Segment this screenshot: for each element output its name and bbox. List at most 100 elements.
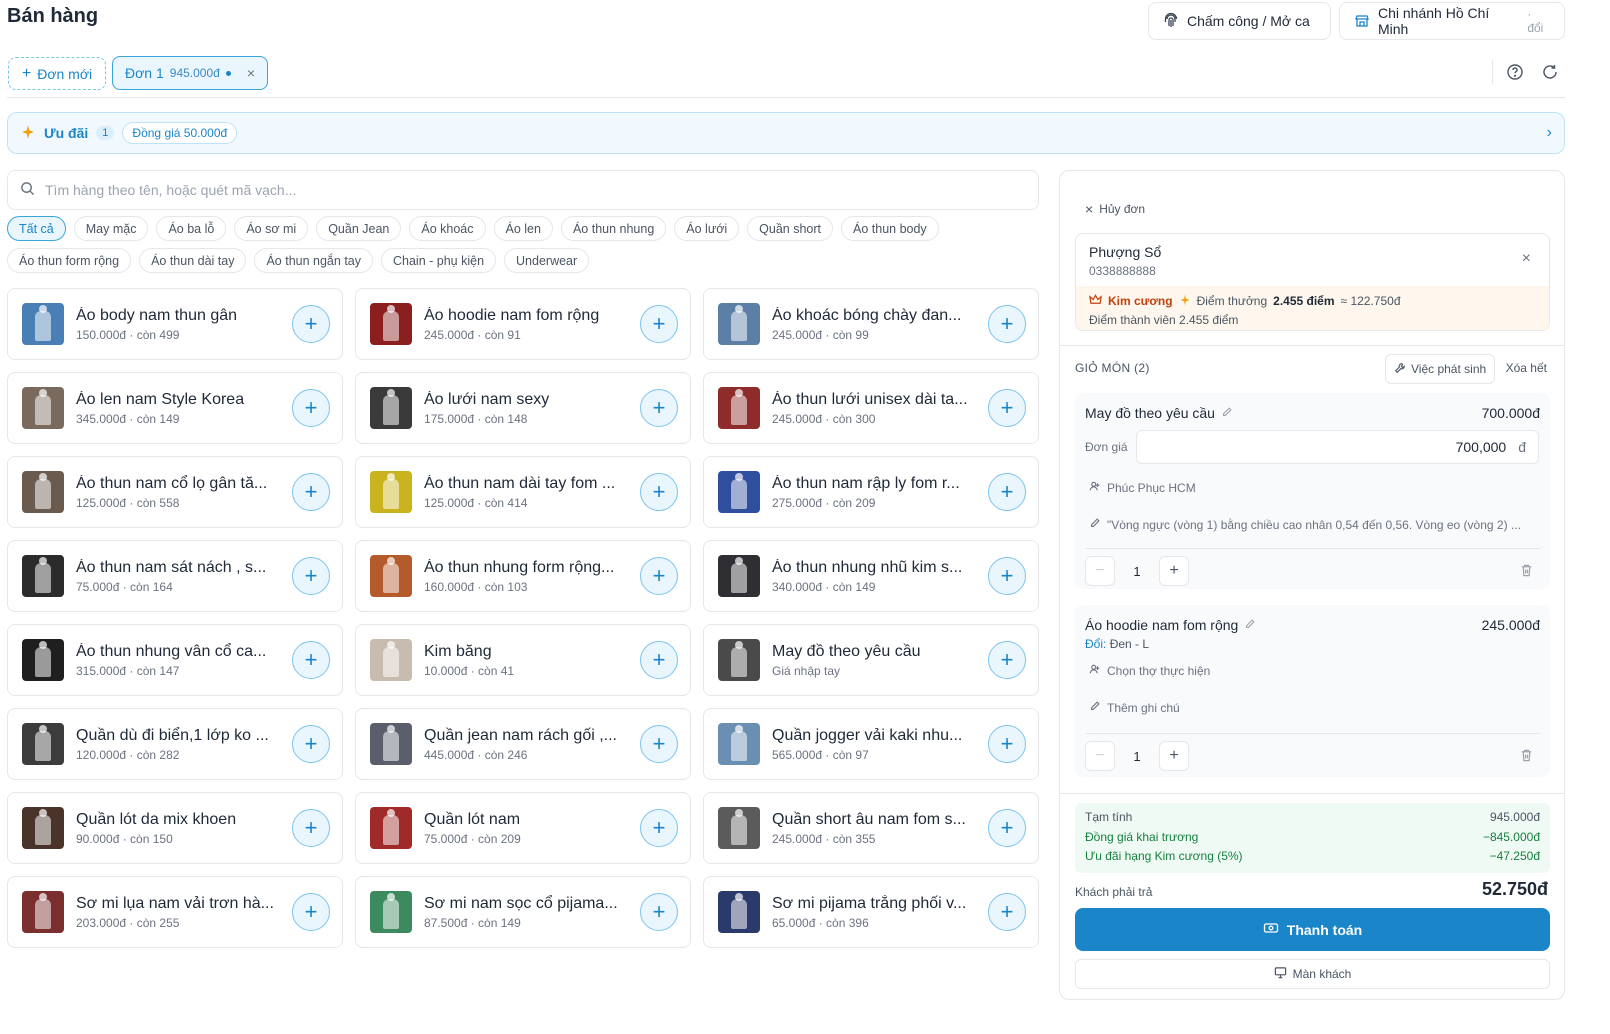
product-card[interactable]: Áo hoodie nam fom rộng 245.000đ · còn 91 + xyxy=(355,288,691,360)
category-chip[interactable]: Tất cả xyxy=(7,216,66,241)
category-chip[interactable]: Chain - phụ kiện xyxy=(381,248,497,273)
product-card[interactable]: Áo khoác bóng chày đan... 245.000đ · còn … xyxy=(703,288,1039,360)
new-order-button[interactable]: + Đơn mới xyxy=(8,57,106,90)
product-card[interactable]: Áo thun nam sát nách , s... 75.000đ · còn… xyxy=(7,540,343,612)
edit-icon[interactable] xyxy=(1244,617,1256,633)
add-to-cart-button[interactable]: + xyxy=(640,305,678,343)
item-variant[interactable]: Đổi: Đen - L xyxy=(1085,637,1149,651)
item-note[interactable]: "Vòng ngực (vòng 1) bằng chiều cao nhân … xyxy=(1089,517,1529,532)
product-card[interactable]: Áo thun nhung nhũ kim s... 340.000đ · còn… xyxy=(703,540,1039,612)
product-search[interactable] xyxy=(7,170,1039,210)
add-to-cart-button[interactable]: + xyxy=(640,389,678,427)
add-to-cart-button[interactable]: + xyxy=(640,473,678,511)
product-card[interactable]: Quần jean nam rách gối ,... 445.000đ · cò… xyxy=(355,708,691,780)
customer-card[interactable]: Phượng Sổ 0338888888 × Kim cương Điểm th… xyxy=(1075,233,1550,331)
add-to-cart-button[interactable]: + xyxy=(292,389,330,427)
product-card[interactable]: Quần lót da mix khoen 90.000đ · còn 150 + xyxy=(7,792,343,864)
add-to-cart-button[interactable]: + xyxy=(640,893,678,931)
trash-icon[interactable] xyxy=(1519,563,1534,581)
product-card[interactable]: Sơ mi nam sọc cổ pijama... 87.500đ · còn … xyxy=(355,876,691,948)
product-card[interactable]: Áo thun nam rập ly fom r... 275.000đ · cò… xyxy=(703,456,1039,528)
chevron-right-icon[interactable]: › xyxy=(1547,124,1552,142)
add-to-cart-button[interactable]: + xyxy=(988,893,1026,931)
add-to-cart-button[interactable]: + xyxy=(988,557,1026,595)
add-to-cart-button[interactable]: + xyxy=(988,305,1026,343)
product-card[interactable]: Quần jogger vải kaki nhu... 565.000đ · cò… xyxy=(703,708,1039,780)
branch-button[interactable]: Chi nhánh Hồ Chí Minh · đổi xyxy=(1339,2,1565,40)
decrease-button[interactable]: − xyxy=(1085,741,1115,771)
product-card[interactable]: Kim băng 10.000đ · còn 41 + xyxy=(355,624,691,696)
add-to-cart-button[interactable]: + xyxy=(640,641,678,679)
add-to-cart-button[interactable]: + xyxy=(988,809,1026,847)
add-to-cart-button[interactable]: + xyxy=(988,389,1026,427)
worker-selector[interactable]: Chọn thợ thực hiện xyxy=(1089,663,1529,678)
category-chip[interactable]: Áo len xyxy=(493,216,553,241)
add-to-cart-button[interactable]: + xyxy=(292,809,330,847)
trash-icon[interactable] xyxy=(1519,748,1534,766)
category-chip[interactable]: May mặc xyxy=(73,216,149,241)
add-to-cart-button[interactable]: + xyxy=(292,725,330,763)
remove-customer-icon[interactable]: × xyxy=(1522,250,1531,268)
category-chip[interactable]: Underwear xyxy=(504,248,590,273)
help-icon[interactable] xyxy=(1506,63,1524,81)
product-card[interactable]: Áo thun nhung form rộng... 160.000đ · còn… xyxy=(355,540,691,612)
add-to-cart-button[interactable]: + xyxy=(292,305,330,343)
category-chip[interactable]: Áo thun ngắn tay xyxy=(254,248,373,273)
promo-bar[interactable]: Ưu đãi 1 Đồng giá 50.000đ › xyxy=(7,112,1565,154)
product-card[interactable]: Áo thun nam dài tay fom ... 125.000đ · cò… xyxy=(355,456,691,528)
attendance-button[interactable]: Chấm công / Mở ca xyxy=(1148,2,1331,40)
extra-task-button[interactable]: Việc phát sinh xyxy=(1385,354,1496,384)
product-card[interactable]: Áo thun lưới unisex dài ta... 245.000đ · … xyxy=(703,372,1039,444)
increase-button[interactable]: + xyxy=(1159,741,1189,771)
product-card[interactable]: Áo thun nhung vân cổ ca... 315.000đ · còn… xyxy=(7,624,343,696)
edit-icon[interactable] xyxy=(1221,405,1233,421)
category-chip[interactable]: Áo thun form rộng xyxy=(7,248,132,273)
search-input[interactable] xyxy=(45,182,945,198)
order-tab-1[interactable]: Đơn 1 945.000đ × xyxy=(112,56,268,90)
customer-screen-button[interactable]: Màn khách xyxy=(1075,959,1550,989)
add-to-cart-button[interactable]: + xyxy=(292,557,330,595)
add-to-cart-button[interactable]: + xyxy=(988,641,1026,679)
category-chip[interactable]: Áo lưới xyxy=(674,216,740,241)
promo-chip[interactable]: Đồng giá 50.000đ xyxy=(122,122,238,144)
product-card[interactable]: Áo body nam thun gân 150.000đ · còn 499 + xyxy=(7,288,343,360)
unsaved-dot-icon xyxy=(225,70,231,76)
category-chip[interactable]: Áo thun body xyxy=(841,216,939,241)
add-to-cart-button[interactable]: + xyxy=(292,641,330,679)
add-to-cart-button[interactable]: + xyxy=(292,473,330,511)
add-to-cart-button[interactable]: + xyxy=(988,473,1026,511)
category-chip[interactable]: Áo thun dài tay xyxy=(139,248,247,273)
product-card[interactable]: Áo len nam Style Korea 345.000đ · còn 149… xyxy=(7,372,343,444)
product-card[interactable]: May đồ theo yêu cầu Giá nhập tay + xyxy=(703,624,1039,696)
unit-price-input[interactable]: 700,000 đ xyxy=(1136,430,1539,464)
cancel-order-button[interactable]: × Hủy đơn xyxy=(1085,201,1145,217)
product-card[interactable]: Quần short âu nam fom s... 245.000đ · còn… xyxy=(703,792,1039,864)
add-to-cart-button[interactable]: + xyxy=(640,557,678,595)
refresh-icon[interactable] xyxy=(1541,63,1559,81)
category-chip[interactable]: Quần Jean xyxy=(316,216,402,241)
clear-cart-button[interactable]: Xóa hết xyxy=(1506,361,1547,375)
category-chip[interactable]: Quần short xyxy=(747,216,834,241)
add-to-cart-button[interactable]: + xyxy=(640,809,678,847)
category-chip[interactable]: Áo ba lỗ xyxy=(156,216,227,241)
category-chip[interactable]: Áo thun nhung xyxy=(560,216,667,241)
quantity-value[interactable]: 1 xyxy=(1115,564,1159,579)
add-to-cart-button[interactable]: + xyxy=(988,725,1026,763)
quantity-value[interactable]: 1 xyxy=(1115,749,1159,764)
product-card[interactable]: Sơ mi pijama trắng phối v... 65.000đ · cò… xyxy=(703,876,1039,948)
checkout-button[interactable]: Thanh toán xyxy=(1075,908,1550,951)
product-card[interactable]: Quần lót nam 75.000đ · còn 209 + xyxy=(355,792,691,864)
category-chip[interactable]: Áo sơ mi xyxy=(234,216,309,241)
add-to-cart-button[interactable]: + xyxy=(640,725,678,763)
add-to-cart-button[interactable]: + xyxy=(292,893,330,931)
product-card[interactable]: Áo thun nam cổ lọ gân tă... 125.000đ · cò… xyxy=(7,456,343,528)
item-note[interactable]: Thêm ghi chú xyxy=(1089,700,1529,715)
product-card[interactable]: Áo lưới nam sexy 175.000đ · còn 148 + xyxy=(355,372,691,444)
product-card[interactable]: Quần dù đi biển,1 lớp ko ... 120.000đ · c… xyxy=(7,708,343,780)
worker-selector[interactable]: Phúc Phục HCM xyxy=(1089,480,1529,495)
close-tab-icon[interactable]: × xyxy=(247,65,255,81)
decrease-button[interactable]: − xyxy=(1085,556,1115,586)
increase-button[interactable]: + xyxy=(1159,556,1189,586)
product-card[interactable]: Sơ mi lụa nam vải trơn hà... 203.000đ · c… xyxy=(7,876,343,948)
category-chip[interactable]: Áo khoác xyxy=(409,216,486,241)
